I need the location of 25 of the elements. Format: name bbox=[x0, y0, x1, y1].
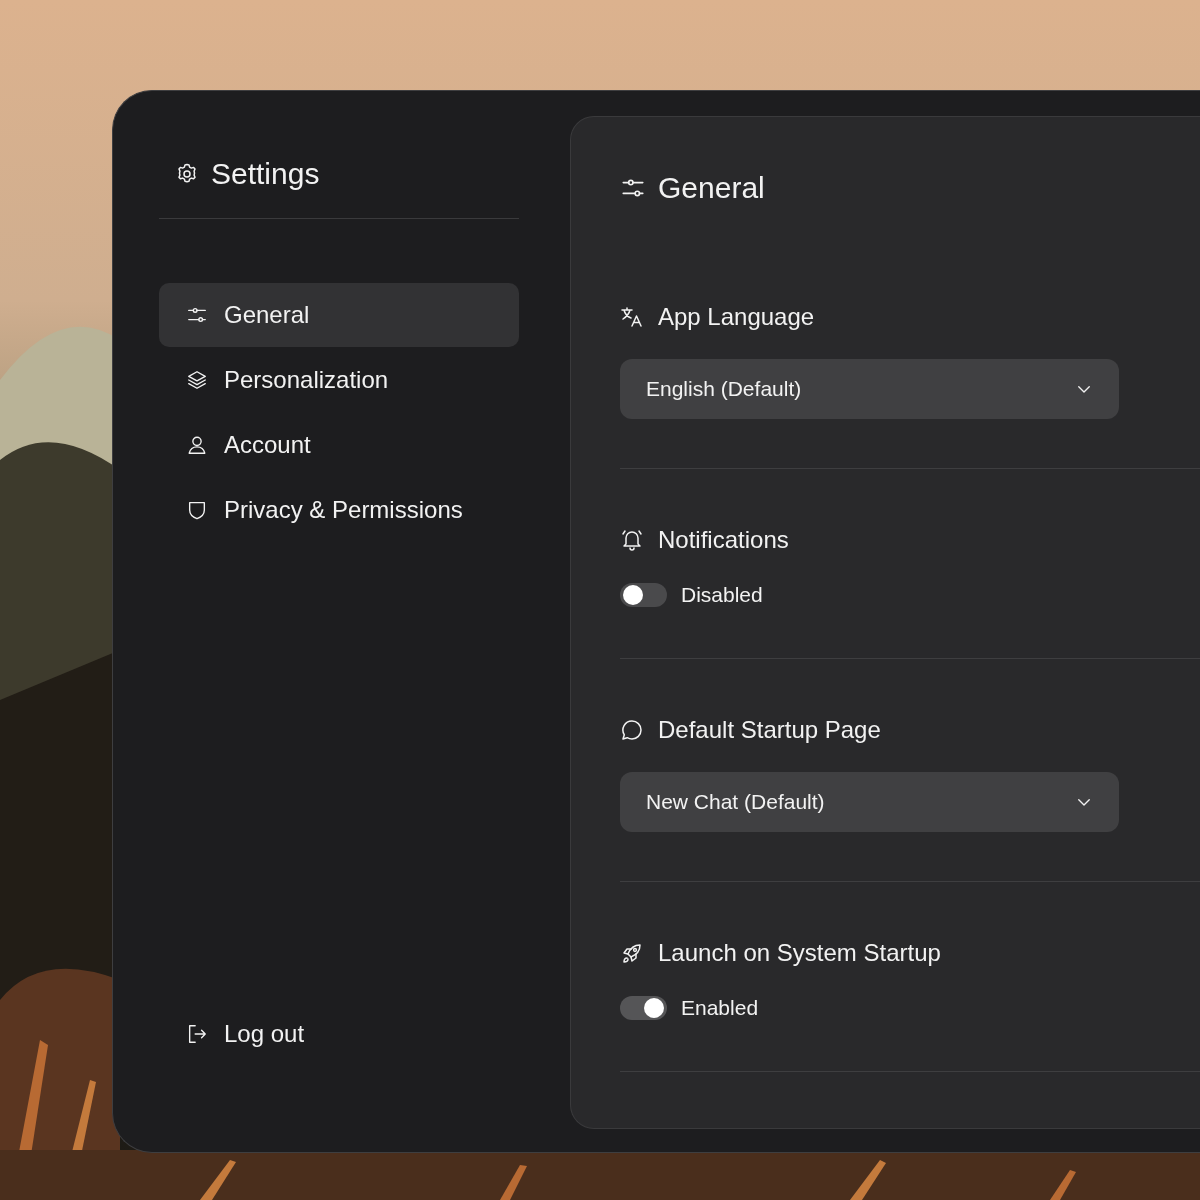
dropdown[interactable]: English (Default) bbox=[620, 359, 1119, 419]
sidebar-item[interactable]: General bbox=[159, 283, 519, 347]
sidebar-item[interactable]: Personalization bbox=[159, 348, 519, 412]
chat-bubble-icon bbox=[620, 718, 644, 742]
toggle-switch[interactable] bbox=[620, 583, 667, 607]
setting-title: Launch on System Startup bbox=[658, 939, 941, 967]
toggle-label: Enabled bbox=[681, 996, 759, 1020]
user-icon bbox=[186, 434, 208, 456]
shield-icon bbox=[186, 499, 208, 521]
sidebar-item[interactable]: Privacy & Permissions bbox=[159, 478, 519, 542]
sidebar-title: Settings bbox=[211, 156, 320, 192]
panel-title: General bbox=[658, 172, 765, 204]
dropdown[interactable]: New Chat (Default) bbox=[620, 772, 1119, 832]
rocket-icon bbox=[620, 941, 644, 965]
setting-title: Notifications bbox=[658, 526, 789, 554]
sidebar-item[interactable]: Account bbox=[159, 413, 519, 477]
toggle-label: Disabled bbox=[681, 583, 763, 607]
setting-title: Default Startup Page bbox=[658, 716, 881, 744]
logout-icon bbox=[186, 1023, 208, 1045]
layers-icon bbox=[186, 369, 208, 391]
bell-icon bbox=[620, 528, 644, 552]
logout-button[interactable]: Log out bbox=[159, 1014, 305, 1054]
setting-title: App Language bbox=[658, 303, 815, 331]
toggle-switch[interactable] bbox=[620, 996, 667, 1020]
translate-icon bbox=[620, 305, 644, 329]
